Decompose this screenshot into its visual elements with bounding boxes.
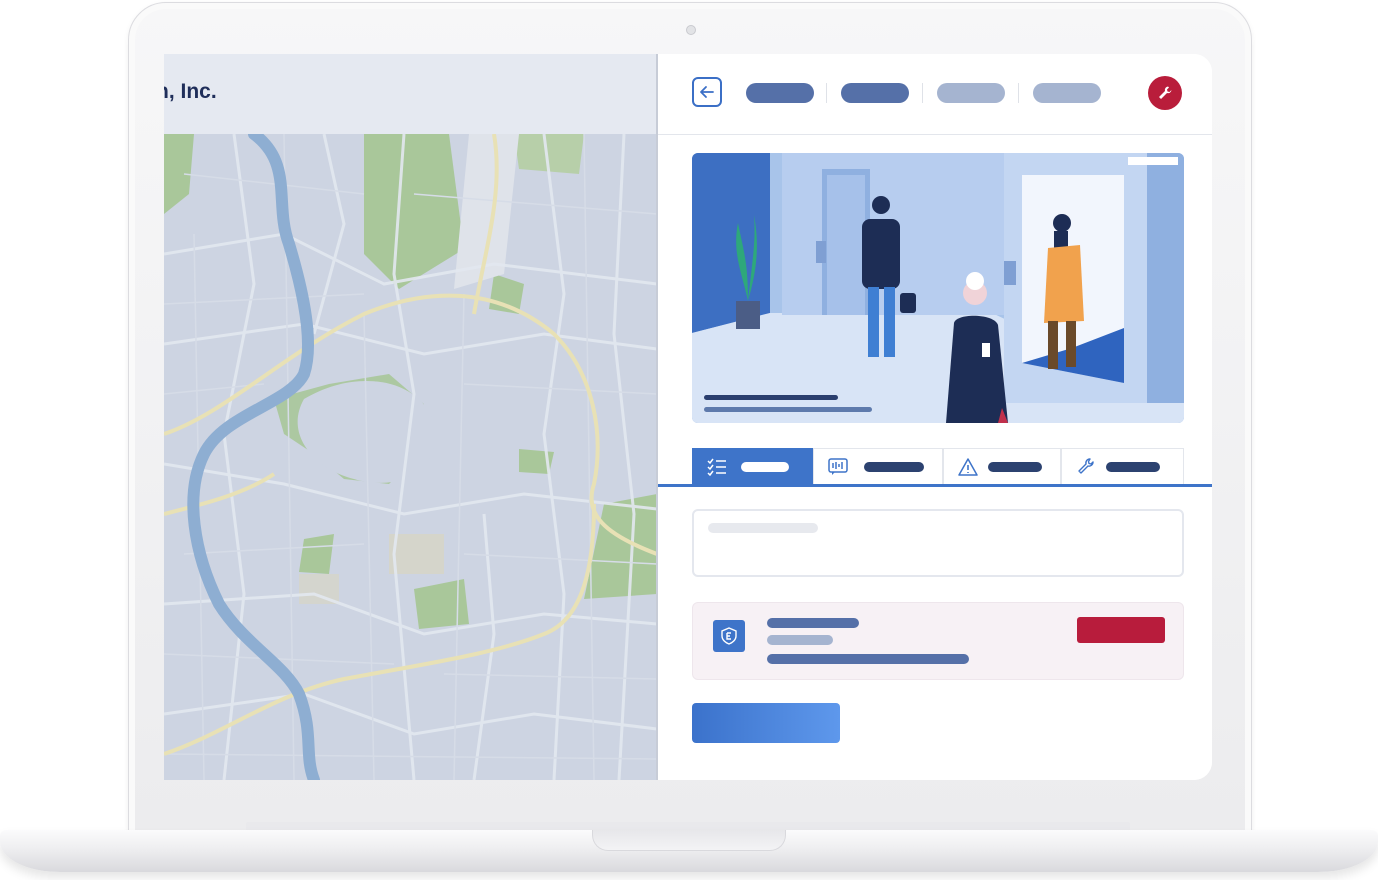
notes-input[interactable]	[692, 509, 1184, 577]
detail-tabs	[692, 448, 1184, 484]
tab-label-placeholder	[1106, 462, 1160, 472]
settings-button[interactable]	[1148, 76, 1182, 110]
tab-warnings[interactable]	[943, 448, 1061, 484]
alert-action-button[interactable]	[1077, 617, 1165, 643]
company-name: n, Inc.	[164, 80, 217, 103]
map-pane: n, Inc.	[164, 54, 657, 780]
primary-action-button[interactable]	[692, 703, 840, 743]
nav-pill-4[interactable]	[1033, 83, 1101, 103]
alert-card	[692, 602, 1184, 680]
checklist-icon	[707, 458, 726, 476]
wrench-icon	[1159, 86, 1172, 99]
detail-toolbar	[658, 54, 1212, 135]
alert-subtitle-placeholder	[767, 635, 833, 645]
laptop-notch	[592, 830, 786, 851]
nav-pill-2[interactable]	[841, 83, 909, 103]
detail-panel	[658, 54, 1212, 780]
input-placeholder	[708, 523, 818, 533]
tab-maintenance[interactable]	[1061, 448, 1184, 484]
map-header: n, Inc.	[164, 54, 657, 135]
wrench-icon	[1078, 458, 1094, 474]
tab-underline	[658, 484, 1212, 487]
audio-message-icon	[828, 458, 848, 475]
tab-label-placeholder	[864, 462, 924, 472]
back-button[interactable]	[692, 77, 722, 107]
arrow-left-icon	[700, 86, 714, 98]
alert-description-placeholder	[767, 654, 969, 664]
shield-icon	[713, 620, 745, 652]
nav-separator	[1018, 83, 1019, 103]
tab-label-placeholder	[988, 462, 1042, 472]
nav-separator	[826, 83, 827, 103]
screen: n, Inc.	[164, 54, 1212, 780]
city-map[interactable]	[164, 134, 657, 780]
tab-label-placeholder	[741, 462, 789, 472]
tab-audio[interactable]	[813, 448, 943, 484]
alert-title-placeholder	[767, 618, 859, 628]
tab-checklist[interactable]	[692, 448, 813, 484]
nav-separator	[922, 83, 923, 103]
warning-icon	[958, 458, 978, 476]
camera-feed-image[interactable]	[692, 153, 1184, 423]
webcam	[686, 25, 696, 35]
nav-pill-3[interactable]	[937, 83, 1005, 103]
nav-pill-1[interactable]	[746, 83, 814, 103]
